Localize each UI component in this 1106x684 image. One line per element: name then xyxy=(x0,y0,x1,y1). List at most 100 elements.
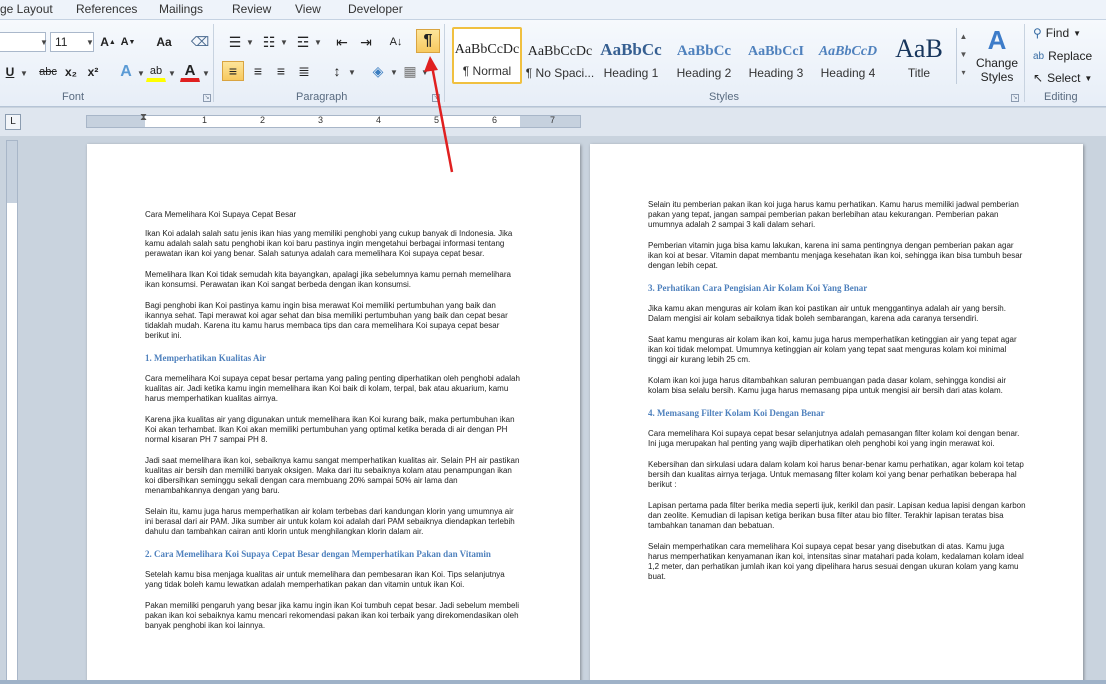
styles-group-label: Styles xyxy=(709,91,739,103)
chevron-down-icon[interactable]: ▼ xyxy=(202,69,210,78)
shrink-font-icon: A xyxy=(120,36,129,48)
chevron-down-icon[interactable]: ▼ xyxy=(86,38,94,47)
chevron-down-icon: ▼ xyxy=(1073,28,1082,38)
replace-icon: ab xyxy=(1033,50,1045,62)
style-heading-4[interactable]: AaBbCcD Heading 4 xyxy=(813,27,883,84)
line-spacing-icon[interactable]: ↕ xyxy=(326,61,348,81)
paragraph: Memelihara Ikan Koi tidak semudah kita b… xyxy=(145,270,511,289)
chevron-down-icon[interactable]: ▼ xyxy=(20,69,28,78)
style-name: Heading 4 xyxy=(820,66,876,80)
ruler-area: ⧗ 1 2 3 4 5 6 7 xyxy=(0,108,1106,136)
bullets-icon[interactable]: ☰ xyxy=(224,32,246,52)
paragraph: Lapisan pertama pada filter berika media… xyxy=(648,501,1026,530)
style-heading-1[interactable]: AaBbCc Heading 1 xyxy=(596,27,666,84)
ruler-number: 6 xyxy=(492,115,498,125)
multilevel-list-icon[interactable]: ☲ xyxy=(292,32,314,52)
indent-marker-icon[interactable]: ⧗ xyxy=(140,112,147,123)
document-page-1[interactable]: Cara Memelihara Koi Supaya Cepat Besar I… xyxy=(87,144,580,684)
paragraph: Setelah kamu bisa menjaga kualitas air u… xyxy=(145,570,505,589)
horizontal-ruler[interactable]: ⧗ 1 2 3 4 5 6 7 xyxy=(86,112,581,128)
style-no-spacing[interactable]: AaBbCcDc ¶ No Spaci... xyxy=(525,27,595,84)
paragraph: Cara memelihara Koi supaya cepat besar s… xyxy=(648,429,1020,448)
page-content[interactable]: Selain itu pemberian pakan ikan koi juga… xyxy=(648,200,1026,593)
chevron-down-icon[interactable]: ▼ xyxy=(390,68,398,77)
font-dialog-launcher-icon[interactable]: ↘ xyxy=(203,94,211,102)
chevron-down-icon[interactable]: ▼ xyxy=(348,68,356,77)
strikethrough-button[interactable]: abc xyxy=(36,62,60,82)
page-content[interactable]: Cara Memelihara Koi Supaya Cepat Besar I… xyxy=(145,210,523,642)
clear-formatting-icon[interactable]: ⌫ xyxy=(190,32,210,52)
change-styles-button[interactable]: A Change Styles xyxy=(975,24,1019,88)
style-title[interactable]: AaB Title xyxy=(884,27,954,84)
increase-indent-icon[interactable]: ⇥ xyxy=(356,32,376,52)
text-effects-button[interactable]: A xyxy=(116,62,136,82)
editing-group-label: Editing xyxy=(1044,91,1078,103)
binoculars-icon: ⚲ xyxy=(1033,26,1042,40)
style-heading-2[interactable]: AaBbCc Heading 2 xyxy=(669,27,739,84)
chevron-down-icon[interactable]: ▼ xyxy=(280,38,288,47)
tab-developer[interactable]: Developer xyxy=(348,2,403,16)
highlight-button[interactable]: ab xyxy=(146,62,166,82)
tab-view[interactable]: View xyxy=(295,2,321,16)
chevron-down-icon[interactable]: ▼ xyxy=(246,38,254,47)
paragraph: Jika kamu akan menguras air kolam ikan k… xyxy=(648,304,1006,323)
underline-button[interactable]: U xyxy=(2,62,18,82)
style-name: Heading 1 xyxy=(603,66,659,80)
paragraph: Kebersihan dan sirkulasi udara dalam kol… xyxy=(648,460,1024,489)
tab-page-layout[interactable]: ge Layout xyxy=(0,2,53,16)
styles-gallery-scroll[interactable]: ▲ ▼ ▾ xyxy=(956,28,970,84)
ribbon: ▼ 11 ▼ A ▲ A ▼ Aa ⌫ U ▼ abc x₂ x² A ▼ ab ▼… xyxy=(0,20,1106,107)
chevron-down-icon[interactable]: ▼ xyxy=(40,38,48,47)
decrease-indent-icon[interactable]: ⇤ xyxy=(332,32,352,52)
subscript-button[interactable]: x₂ xyxy=(62,62,80,82)
style-preview: AaBbCcD xyxy=(818,44,878,59)
align-right-icon[interactable]: ≡ xyxy=(271,61,291,81)
numbering-icon[interactable]: ☷ xyxy=(258,32,280,52)
vertical-ruler[interactable] xyxy=(6,140,18,684)
tab-review[interactable]: Review xyxy=(232,2,271,16)
find-button[interactable]: ⚲ Find ▼ xyxy=(1033,26,1081,40)
paragraph: Jadi saat memelihara ikan koi, sebaiknya… xyxy=(145,456,520,495)
change-styles-label: Change xyxy=(975,56,1019,70)
paragraph: Bagi penghobi ikan Koi pastinya kamu ing… xyxy=(145,301,508,340)
group-divider xyxy=(213,24,214,102)
style-preview: AaBbCcDc xyxy=(454,42,520,57)
change-styles-label: Styles xyxy=(980,70,1014,84)
font-color-button[interactable]: A xyxy=(180,62,200,82)
shading-icon[interactable]: ◈ xyxy=(368,61,388,81)
show-formatting-marks-button[interactable]: ¶ xyxy=(416,29,440,53)
sort-button[interactable]: A↓ xyxy=(386,32,406,52)
tab-mailings[interactable]: Mailings xyxy=(159,2,203,16)
align-left-icon[interactable]: ≡ xyxy=(222,61,244,81)
style-preview: AaBbCcI xyxy=(747,44,804,59)
tab-references[interactable]: References xyxy=(76,2,137,16)
align-center-icon[interactable]: ≡ xyxy=(248,61,268,81)
select-button[interactable]: ↖ Select ▼ xyxy=(1033,71,1092,85)
superscript-button[interactable]: x² xyxy=(84,62,102,82)
grow-font-button[interactable]: A ▲ xyxy=(100,32,116,52)
document-page-2[interactable]: Selain itu pemberian pakan ikan koi juga… xyxy=(590,144,1083,684)
style-name: ¶ No Spaci... xyxy=(525,66,595,80)
paragraph-dialog-launcher-icon[interactable]: ↘ xyxy=(432,94,440,102)
chevron-down-icon[interactable]: ▼ xyxy=(421,68,429,77)
heading: 1. Memperhatikan Kualitas Air xyxy=(145,353,266,363)
cursor-icon: ↖ xyxy=(1033,71,1044,85)
paragraph: Pakan memiliki pengaruh yang besar jika … xyxy=(145,601,519,630)
chevron-down-icon[interactable]: ▼ xyxy=(137,69,145,78)
styles-dialog-launcher-icon[interactable]: ↘ xyxy=(1011,94,1019,102)
vertical-ruler-margin xyxy=(7,141,17,203)
ruler-margin-left xyxy=(87,116,145,127)
chevron-down-icon[interactable]: ▼ xyxy=(314,38,322,47)
style-heading-3[interactable]: AaBbCcI Heading 3 xyxy=(741,27,811,84)
justify-icon[interactable]: ≣ xyxy=(294,61,314,81)
style-normal[interactable]: AaBbCcDc ¶ Normal xyxy=(452,27,522,84)
borders-icon[interactable]: ▦ xyxy=(400,61,420,81)
heading: 3. Perhatikan Cara Pengisian Air Kolam K… xyxy=(648,283,868,293)
tab-stop-selector[interactable]: L xyxy=(5,114,21,130)
ribbon-tab-bar: ge Layout References Mailings Review Vie… xyxy=(0,0,1106,20)
ruler-number: 3 xyxy=(318,115,324,125)
change-case-button[interactable]: Aa xyxy=(150,32,178,52)
chevron-down-icon[interactable]: ▼ xyxy=(168,69,176,78)
shrink-font-button[interactable]: A ▼ xyxy=(120,32,136,52)
replace-button[interactable]: ab Replace xyxy=(1033,49,1092,63)
